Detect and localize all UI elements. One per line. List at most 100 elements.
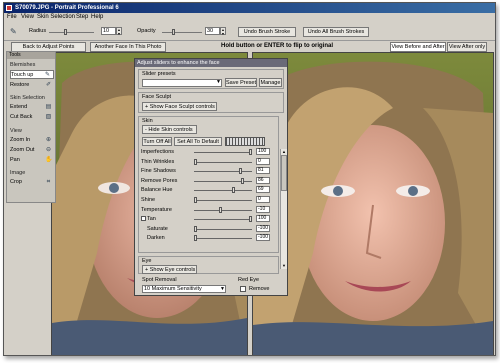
pan-tool[interactable]: Pan ✋ (10, 156, 54, 165)
crop-tool[interactable]: Crop ⌗ (10, 178, 54, 187)
slider-value-field[interactable]: 0 (256, 196, 270, 203)
slider-thumb[interactable] (194, 225, 197, 232)
toolbar: ✎ Radius 10 ▲ ▼ Opacity 30 ▲ ▼ Undo Brush … (4, 22, 495, 41)
eye-section: Eye + Show Eye controls (138, 256, 279, 274)
set-all-default-button[interactable]: Set All To Default (174, 137, 222, 146)
slider-thumb[interactable] (194, 235, 197, 242)
brush-icon[interactable]: ✎ (10, 27, 17, 36)
extend-label: Extend (10, 104, 28, 110)
show-face-sculpt-button[interactable]: + Show Face Sculpt controls (142, 102, 217, 111)
adjust-sliders-panel: Adjust sliders to enhance the face Slide… (134, 58, 288, 296)
slider-thumb[interactable] (194, 158, 197, 165)
menu-view[interactable]: View (21, 14, 34, 20)
slider-thumb[interactable] (249, 149, 252, 155)
opacity-spinner[interactable]: ▲ ▼ (220, 27, 226, 36)
slider-thumb[interactable] (218, 206, 222, 213)
slider-value-field[interactable]: 0 (256, 157, 270, 165)
chevron-down-icon[interactable]: ▼ (220, 286, 225, 292)
slider-row-thin-wrinkles: Thin Wrinkles 0 (141, 157, 278, 167)
slider-value-field[interactable]: 81 (256, 167, 270, 175)
tools-panel: Tools Blemishes Touch up ✎ Restore ✐ Ski… (6, 51, 56, 203)
slider-track[interactable] (194, 238, 252, 240)
adjust-panel-title: Adjust sliders to enhance the face (135, 59, 287, 67)
scroll-thumb[interactable] (281, 155, 287, 191)
hand-icon: ✋ (45, 157, 53, 163)
zoom-in-tool[interactable]: Zoom In ⊕ (10, 136, 54, 145)
spot-removal-dropdown[interactable]: 10 Maximum Sensitivity (142, 285, 226, 293)
slider-track[interactable] (194, 200, 252, 201)
red-eye-remove-checkbox[interactable] (240, 286, 246, 292)
slider-value-field[interactable]: 100 (256, 215, 270, 223)
strength-gauge[interactable] (225, 137, 265, 146)
radius-label: Radius (29, 28, 47, 34)
hide-skin-button[interactable]: - Hide Skin controls (142, 125, 197, 134)
slider-thumb[interactable] (194, 197, 197, 203)
slider-track[interactable] (194, 209, 252, 211)
manage-button[interactable]: Manage (259, 78, 282, 87)
opacity-value-field[interactable]: 30 (205, 27, 220, 35)
save-preset-button[interactable]: Save Preset (225, 78, 257, 87)
cut-back-icon: ▧ (45, 114, 52, 120)
slider-row-saturate: Saturate -100 (141, 224, 278, 234)
title-bar: S70079.JPG - Portrait Professional 6 (4, 3, 495, 13)
slider-value-field[interactable]: -10 (256, 205, 270, 213)
slider-track[interactable] (194, 161, 252, 163)
radius-spinner[interactable]: ▲ ▼ (116, 27, 122, 36)
show-eye-button[interactable]: + Show Eye controls (142, 265, 197, 274)
slider-track[interactable] (194, 228, 252, 230)
skin-selection-section-label: Skin Selection (10, 95, 45, 101)
after-photo[interactable] (252, 52, 494, 355)
pen-icon: ✐ (45, 82, 52, 88)
cut-back-tool[interactable]: Cut Back ▧ (10, 113, 54, 122)
extend-tool[interactable]: Extend ▤ (10, 103, 54, 112)
menu-help[interactable]: Help (91, 14, 103, 20)
chevron-down-icon[interactable]: ▼ (216, 79, 221, 85)
slider-value-field[interactable]: -100 (256, 224, 270, 232)
pan-label: Pan (10, 157, 20, 163)
opacity-slider-thumb[interactable] (172, 29, 175, 35)
menu-bar: File View Skin Selection Step Help (4, 13, 495, 22)
opacity-slider-track[interactable] (162, 32, 202, 33)
restore-tool[interactable]: Restore ✐ (10, 81, 54, 90)
window-title: S70079.JPG - Portrait Professional 6 (15, 5, 119, 11)
slider-label: Imperfections (141, 149, 175, 155)
tan-checkbox[interactable] (141, 216, 146, 222)
view-before-after-button[interactable]: View Before and After (390, 42, 446, 52)
touch-up-tool[interactable]: Touch up ✎ (10, 70, 54, 79)
slider-presets-dropdown[interactable] (142, 79, 222, 87)
slider-value-field[interactable]: 69 (256, 186, 270, 194)
zoom-out-tool[interactable]: Zoom Out ⊖ (10, 146, 54, 155)
slider-presets-section: Slider presets ▼ Save Preset Manage (138, 69, 284, 89)
slider-track[interactable] (194, 219, 252, 221)
slider-track[interactable] (194, 152, 252, 153)
menu-file[interactable]: File (7, 14, 17, 20)
radius-slider-thumb[interactable] (64, 29, 67, 35)
slider-track[interactable] (194, 171, 252, 173)
opacity-label: Opacity (137, 28, 156, 34)
scroll-down-arrow[interactable]: ▼ (281, 263, 287, 269)
slider-thumb[interactable] (241, 177, 245, 184)
slider-label: Saturate (147, 225, 168, 232)
slider-value-field[interactable]: 86 (256, 176, 270, 184)
red-eye-label: Red Eye (238, 277, 260, 283)
undo-brush-stroke-button[interactable]: Undo Brush Stroke (238, 27, 296, 37)
slider-thumb[interactable] (249, 216, 252, 223)
menu-step[interactable]: Step (76, 14, 88, 20)
slider-thumb[interactable] (231, 187, 235, 194)
slider-track[interactable] (194, 190, 252, 192)
another-face-button[interactable]: Another Face In This Photo (90, 42, 166, 52)
menu-skin-selection[interactable]: Skin Selection (37, 14, 75, 20)
slider-label: Fine Shadows (141, 168, 176, 175)
turn-off-all-button[interactable]: Turn Off All (142, 137, 172, 146)
slider-value-field[interactable]: -100 (256, 234, 270, 242)
view-after-only-button[interactable]: View After only (447, 42, 487, 52)
radius-slider-track[interactable] (49, 32, 94, 33)
slider-value-field[interactable]: 100 (256, 148, 270, 155)
restore-label: Restore (10, 82, 30, 88)
extend-icon: ▤ (45, 104, 52, 110)
panel-scrollbar[interactable]: ▲ ▼ (280, 149, 287, 269)
slider-thumb[interactable] (238, 168, 242, 175)
radius-value-field[interactable]: 10 (101, 27, 116, 35)
image-section-label: Image (10, 170, 26, 176)
undo-all-brush-strokes-button[interactable]: Undo All Brush Strokes (303, 27, 369, 37)
